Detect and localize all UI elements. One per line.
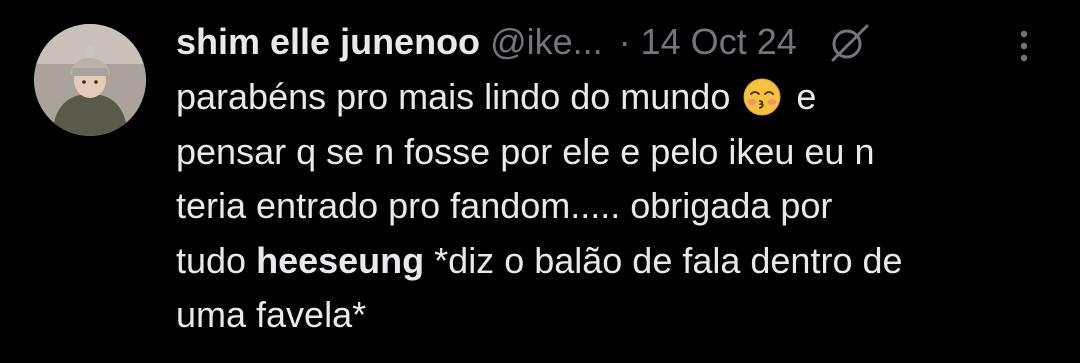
avatar[interactable] [34,24,146,136]
tweet-line-1-text: parabéns pro mais lindo do mundo [176,76,731,117]
tweet-line-2: pensar q se n fosse por ele e pelo ikeu … [176,130,875,172]
tweet-bold-mention: heeseung [256,239,425,281]
more-options-icon[interactable] [1012,24,1036,68]
tweet-line-4-start: tudo [176,239,247,281]
tweet-date[interactable]: 14 Oct 24 [641,16,797,68]
tweet-line-1-tail: e [796,76,817,117]
tweet-card[interactable]: shim elle junenoo @ike... · 14 Oct 24 pa… [0,0,1080,363]
header-separator: · [618,21,631,62]
tweet-line-1: parabéns pro mais lindo do mundo e [176,70,1056,125]
avatar-image [34,24,146,136]
kissing-face-emoji-icon [742,77,782,117]
slashed-circle-icon[interactable] [823,22,875,62]
tweet-line-4-end: *diz o balão de fala dentro de [434,239,903,281]
author-handle[interactable]: @ike... [490,16,603,68]
tweet-header: shim elle junenoo @ike... · 14 Oct 24 [176,16,875,68]
author-display-name[interactable]: shim elle junenoo [176,16,480,68]
tweet-text: parabéns pro mais lindo do mundo e pensa… [176,70,1056,343]
tweet-line-3: teria entrado pro fandom..... obrigada p… [176,185,833,226]
tweet-line-4: tudo heeseung *diz o balão de fala dentr… [176,234,1056,289]
tweet-line-5: uma favela* [176,294,367,335]
